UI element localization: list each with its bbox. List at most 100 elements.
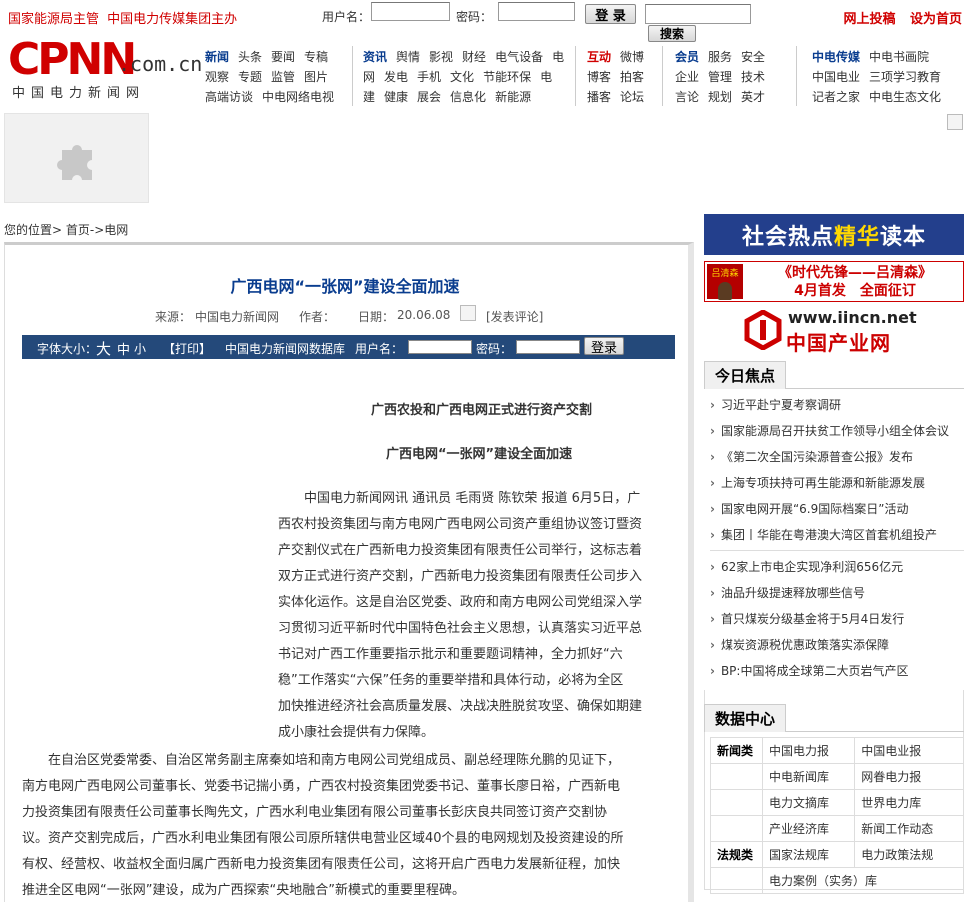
source-value: 中国电力新闻网	[195, 310, 280, 324]
table-cell[interactable]: 电力政策法规	[854, 841, 964, 868]
nav-item[interactable]: 电	[540, 70, 552, 84]
nav-item[interactable]: 健康	[384, 90, 408, 104]
nav-item[interactable]: 播客	[587, 90, 611, 104]
focus-item[interactable]: 62家上市电企实现净利润656亿元	[710, 558, 903, 575]
nav-item[interactable]: 微博	[620, 50, 644, 64]
nav-group-media: 中电传媒 中电书画院 中国电业 三项学习教育 记者之家 中电生态文化	[812, 47, 950, 107]
nav-item[interactable]: 服务	[708, 50, 732, 64]
search-button[interactable]: 搜索	[648, 25, 696, 42]
homepage-link[interactable]: 设为首页	[910, 12, 962, 27]
focus-item[interactable]: 煤炭资源税优惠政策落实添保障	[710, 636, 889, 653]
table-cell[interactable]: 电力文摘库	[761, 789, 856, 816]
nav-item[interactable]: 会员	[675, 50, 699, 64]
nav-item[interactable]: 展会	[417, 90, 441, 104]
font-small-link[interactable]: 小	[134, 340, 146, 357]
puzzle-icon	[57, 145, 92, 180]
logo-mark[interactable]: CPNN	[8, 38, 137, 82]
focus-item[interactable]: 集团丨华能在粤港澳大湾区首套机组投产	[710, 526, 937, 543]
nav-item[interactable]: 专稿	[304, 50, 328, 64]
nav-item[interactable]: 中国电业	[812, 70, 860, 84]
nav-item[interactable]: 资讯	[363, 50, 387, 64]
nav-group-interact: 互动 微博 博客 拍客 播客 论坛	[587, 47, 653, 107]
nav-item[interactable]: 文化	[450, 70, 474, 84]
focus-item[interactable]: 《第二次全国污染源普查公报》发布	[710, 448, 913, 465]
print-link[interactable]: 【打印】	[163, 340, 211, 357]
nav-item[interactable]: 网	[363, 70, 375, 84]
nav-item[interactable]: 英才	[741, 90, 765, 104]
table-cell[interactable]: 国家法规库	[761, 841, 856, 868]
ad-banner-book[interactable]: 吕清森 《时代先锋——吕清森》 4月首发 全面征订	[704, 261, 964, 302]
nav-item[interactable]: 建	[363, 90, 375, 104]
password-input[interactable]	[498, 2, 575, 21]
nav-item[interactable]: 电	[552, 50, 564, 64]
nav-item[interactable]: 论坛	[620, 90, 644, 104]
table-cell[interactable]: 电力案例（实务）库	[762, 867, 964, 894]
table-cell[interactable]: 产业经济库	[761, 815, 856, 842]
toolbar-login-button[interactable]: 登录	[584, 337, 624, 356]
table-cell[interactable]: 中国电业报	[854, 737, 964, 764]
nav-item[interactable]: 财经	[462, 50, 486, 64]
nav-item[interactable]: 节能环保	[483, 70, 531, 84]
nav-item[interactable]: 拍客	[620, 70, 644, 84]
nav-item[interactable]: 发电	[384, 70, 408, 84]
nav-item[interactable]: 中电传媒	[812, 50, 860, 64]
table-cell[interactable]: 中电新闻库	[761, 763, 856, 790]
nav-item[interactable]: 手机	[417, 70, 441, 84]
nav-item[interactable]: 头条	[238, 50, 262, 64]
nav-item[interactable]: 监管	[271, 70, 295, 84]
nav-item[interactable]: 管理	[708, 70, 732, 84]
search-input[interactable]	[645, 4, 751, 24]
nav-item[interactable]: 专题	[238, 70, 262, 84]
toolbar-password-input[interactable]	[516, 340, 580, 354]
breadcrumb-section[interactable]: 电网	[104, 223, 128, 237]
nav-item[interactable]: 影视	[429, 50, 453, 64]
focus-item[interactable]: 国家能源局召开扶贫工作领导小组全体会议	[710, 422, 949, 439]
nav-item[interactable]: 记者之家	[812, 90, 860, 104]
nav-item[interactable]: 高端访谈	[205, 90, 253, 104]
login-button[interactable]: 登 录	[585, 4, 636, 24]
nav-item[interactable]: 三项学习教育	[869, 70, 941, 84]
toolbar-username-input[interactable]	[408, 340, 472, 354]
nav-item[interactable]: 观察	[205, 70, 229, 84]
nav-item[interactable]: 博客	[587, 70, 611, 84]
table-cell[interactable]: 中国电力报	[761, 737, 856, 764]
focus-item[interactable]: 首只煤炭分级基金将于5月4日发行	[710, 610, 904, 627]
nav-item[interactable]: 要闻	[271, 50, 295, 64]
nav-item[interactable]: 技术	[741, 70, 765, 84]
font-big-link[interactable]: 大	[96, 338, 111, 359]
nav-item[interactable]: 新能源	[495, 90, 531, 104]
nav-item[interactable]: 中电网络电视	[262, 90, 334, 104]
source-label: 来源：	[155, 310, 192, 324]
submit-link[interactable]: 网上投稿	[843, 12, 895, 27]
person-icon	[718, 282, 732, 300]
nav-item[interactable]: 互动	[587, 50, 611, 64]
focus-item[interactable]: 油品升级提速释放哪些信号	[710, 584, 865, 601]
table-cell[interactable]: 世界电力库	[854, 789, 964, 816]
nav-item[interactable]: 言论	[675, 90, 699, 104]
table-cell[interactable]: 新闻工作动态	[854, 815, 964, 842]
focus-item[interactable]: BP:中国将成全球第二大页岩气产区	[710, 662, 909, 679]
ad-banner-iincn[interactable]: www.iincn.net 中国产业网	[704, 306, 964, 355]
focus-item[interactable]: 习近平赴宁夏考察调研	[710, 396, 841, 413]
nav-item[interactable]: 新闻	[205, 50, 229, 64]
nav-item[interactable]: 安全	[741, 50, 765, 64]
nav-item[interactable]: 信息化	[450, 90, 486, 104]
breadcrumb-home[interactable]: 首页	[66, 223, 90, 237]
nav-item[interactable]: 图片	[304, 70, 328, 84]
focus-item[interactable]: 上海专项扶持可再生能源和新能源发展	[710, 474, 925, 491]
font-mid-link[interactable]: 中	[117, 339, 130, 358]
nav-item[interactable]: 规划	[708, 90, 732, 104]
database-link[interactable]: 中国电力新闻网数据库	[225, 340, 345, 357]
nav-item[interactable]: 企业	[675, 70, 699, 84]
ad-banner-reader[interactable]: 社会热点 精华 读本	[704, 214, 964, 255]
nav-item[interactable]: 电气设备	[495, 50, 543, 64]
focus-item[interactable]: 国家电网开展“6.9国际档案日”活动	[710, 500, 909, 517]
article-line: 双方正式进行资产交割，广西新电力投资集团有限责任公司步入	[278, 569, 643, 584]
username-input[interactable]	[371, 2, 450, 21]
table-cell[interactable]: 网眷电力报	[854, 763, 964, 790]
nav-item[interactable]: 舆情	[396, 50, 420, 64]
comment-link[interactable]: [发表评论]	[486, 308, 543, 325]
nav-item[interactable]: 中电生态文化	[869, 90, 941, 104]
nav-group-news: 新闻 头条 要闻 专稿 观察 专题 监管 图片 高端访谈 中电网络电视	[205, 47, 343, 107]
nav-item[interactable]: 中电书画院	[869, 50, 929, 64]
